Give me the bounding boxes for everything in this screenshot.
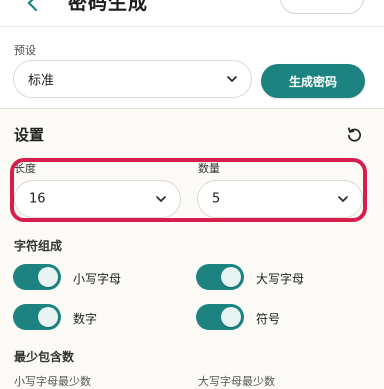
header-action-button[interactable] [280, 0, 364, 14]
chevron-down-icon [227, 76, 237, 82]
toggle-label-symbols: 符号 [256, 312, 281, 326]
toggle-knob [38, 267, 58, 287]
divider [0, 108, 384, 109]
app-header: 密码生成 [0, 0, 384, 26]
reset-icon[interactable] [346, 126, 363, 143]
toggle-lowercase[interactable] [13, 264, 61, 290]
toggle-knob [221, 267, 241, 287]
toggle-knob [221, 307, 241, 327]
min-lowercase-label: 小写字母最少数 [14, 375, 91, 388]
page-title: 密码生成 [68, 0, 149, 14]
generate-password-button[interactable]: 生成密码 [261, 64, 365, 98]
minimum-title: 最少包含数 [14, 350, 75, 364]
back-arrow-icon[interactable] [26, 0, 44, 12]
preset-select[interactable]: 标准 [13, 60, 252, 98]
toggle-symbols[interactable] [196, 304, 244, 330]
toggle-label-digits: 数字 [73, 312, 98, 326]
toggle-knob [38, 307, 58, 327]
toggle-uppercase[interactable] [196, 264, 244, 290]
preset-value: 标准 [28, 73, 55, 89]
toggle-digits[interactable] [13, 304, 61, 330]
preset-label: 预设 [14, 44, 36, 57]
toggle-label-lowercase: 小写字母 [73, 272, 122, 286]
toggle-label-uppercase: 大写字母 [256, 272, 305, 286]
composition-title: 字符组成 [14, 239, 63, 253]
min-uppercase-label: 大写字母最少数 [198, 375, 275, 388]
settings-title: 设置 [14, 126, 45, 144]
highlight-box [10, 158, 367, 222]
